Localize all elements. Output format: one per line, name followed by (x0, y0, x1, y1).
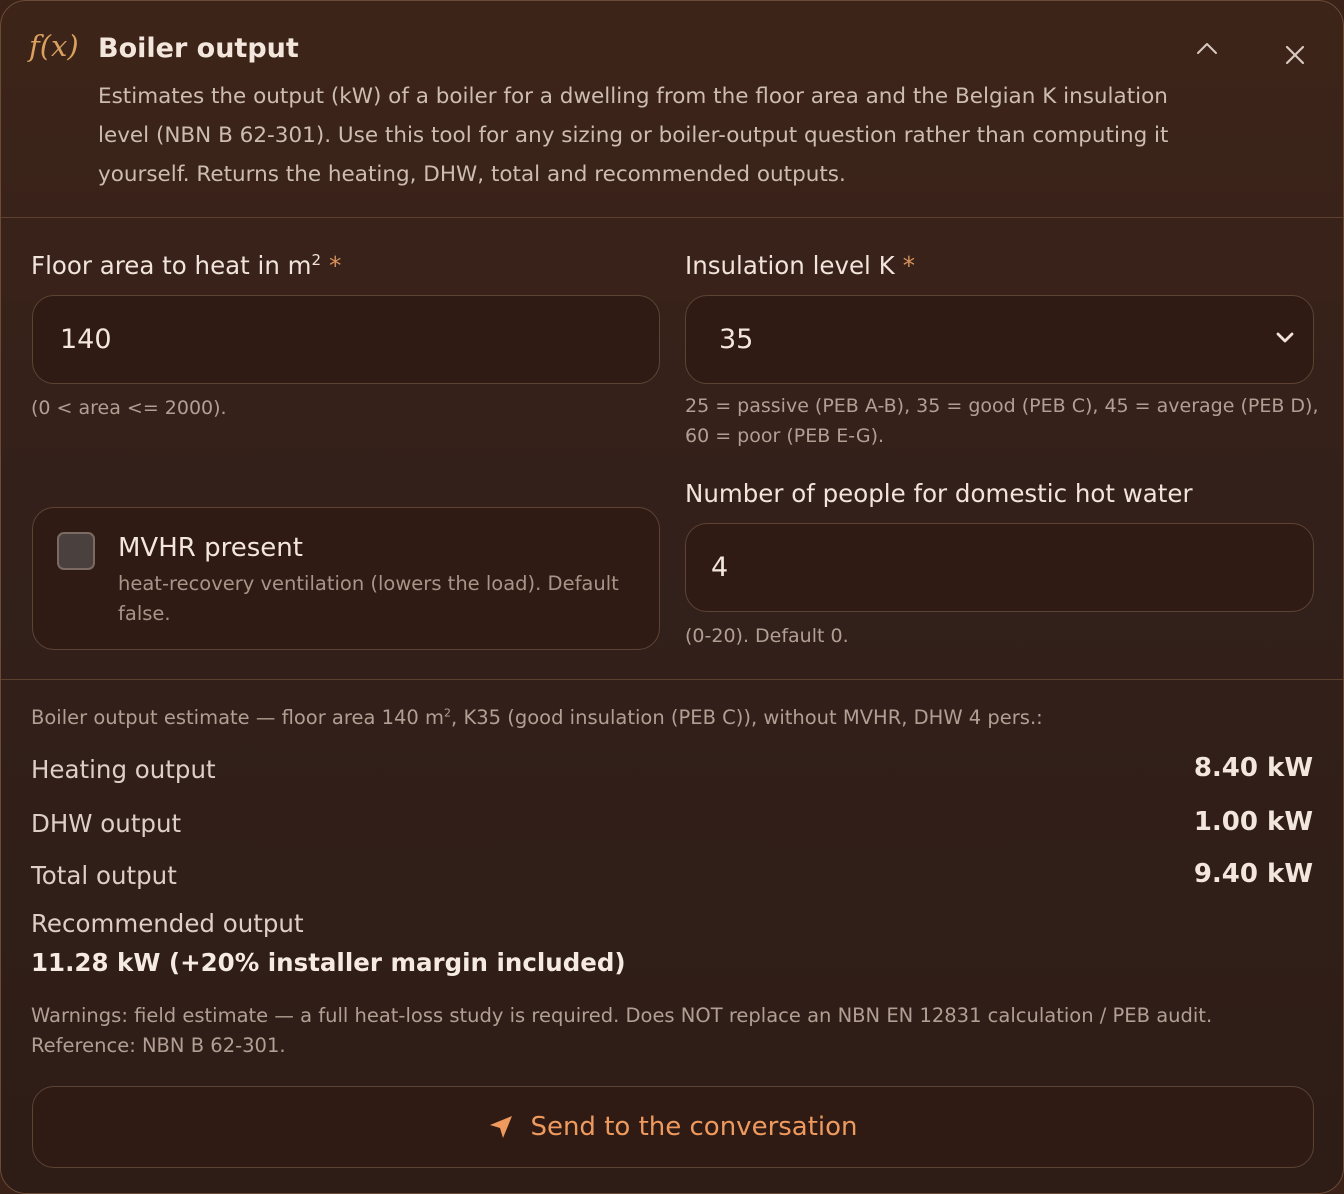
panel-title: Boiler output (98, 33, 299, 64)
warnings-text: Warnings: field estimate — a full heat-l… (31, 1004, 1213, 1057)
total-output-value: 9.40 kW (1193, 859, 1313, 889)
floor-area-label: Floor area to heat in m2 * (31, 251, 342, 281)
required-mark: * (902, 251, 915, 280)
send-button-label: Send to the conversation (530, 1112, 858, 1142)
close-button[interactable] (1280, 40, 1310, 70)
mvhr-checkbox[interactable] (57, 532, 95, 570)
people-value: 4 (711, 552, 729, 583)
chevron-down-icon (1276, 332, 1294, 343)
floor-area-input[interactable]: 140 (32, 295, 660, 384)
mvhr-description: heat-recovery ventilation (lowers the lo… (118, 572, 619, 625)
result-summary: Boiler output estimate — floor area 140 … (31, 706, 1043, 729)
input-form: Floor area to heat in m2 * 140 (0 < area … (1, 218, 1343, 680)
heating-output-value: 8.40 kW (1193, 753, 1313, 783)
tool-panel: f(x) Boiler output Estimates the output … (0, 0, 1344, 1194)
people-hint: (0-20). Default 0. (685, 625, 849, 647)
mvhr-title: MVHR present (118, 533, 303, 563)
recommended-output-value: 11.28 kW (+20% installer margin included… (31, 948, 626, 977)
close-icon (1285, 45, 1305, 65)
floor-area-value: 140 (60, 324, 112, 355)
people-input[interactable]: 4 (685, 523, 1314, 612)
collapse-button[interactable] (1192, 33, 1222, 63)
panel-description: Estimates the output (kW) of a boiler fo… (98, 84, 1169, 187)
dhw-output-value: 1.00 kW (1193, 807, 1313, 837)
panel-header: f(x) Boiler output Estimates the output … (1, 1, 1343, 218)
function-icon: f(x) (29, 29, 79, 63)
insulation-select[interactable]: 35 (685, 295, 1314, 384)
people-label: Number of people for domestic hot water (685, 479, 1193, 508)
send-icon (490, 1116, 513, 1138)
chevron-up-icon (1197, 43, 1217, 54)
insulation-hint: 25 = passive (PEB A-B), 35 = good (PEB C… (685, 395, 1319, 447)
insulation-label: Insulation level K * (685, 251, 915, 280)
total-output-label: Total output (31, 861, 177, 890)
results-section: Boiler output estimate — floor area 140 … (1, 680, 1343, 1193)
recommended-output-label: Recommended output (31, 909, 304, 938)
dhw-output-label: DHW output (31, 809, 182, 838)
insulation-value: 35 (719, 324, 754, 355)
floor-area-hint: (0 < area <= 2000). (31, 397, 227, 419)
send-to-conversation-button[interactable]: Send to the conversation (32, 1086, 1314, 1168)
required-mark: * (329, 251, 342, 281)
heating-output-label: Heating output (31, 755, 216, 784)
mvhr-toggle-card[interactable]: MVHR present heat-recovery ventilation (… (32, 507, 660, 650)
